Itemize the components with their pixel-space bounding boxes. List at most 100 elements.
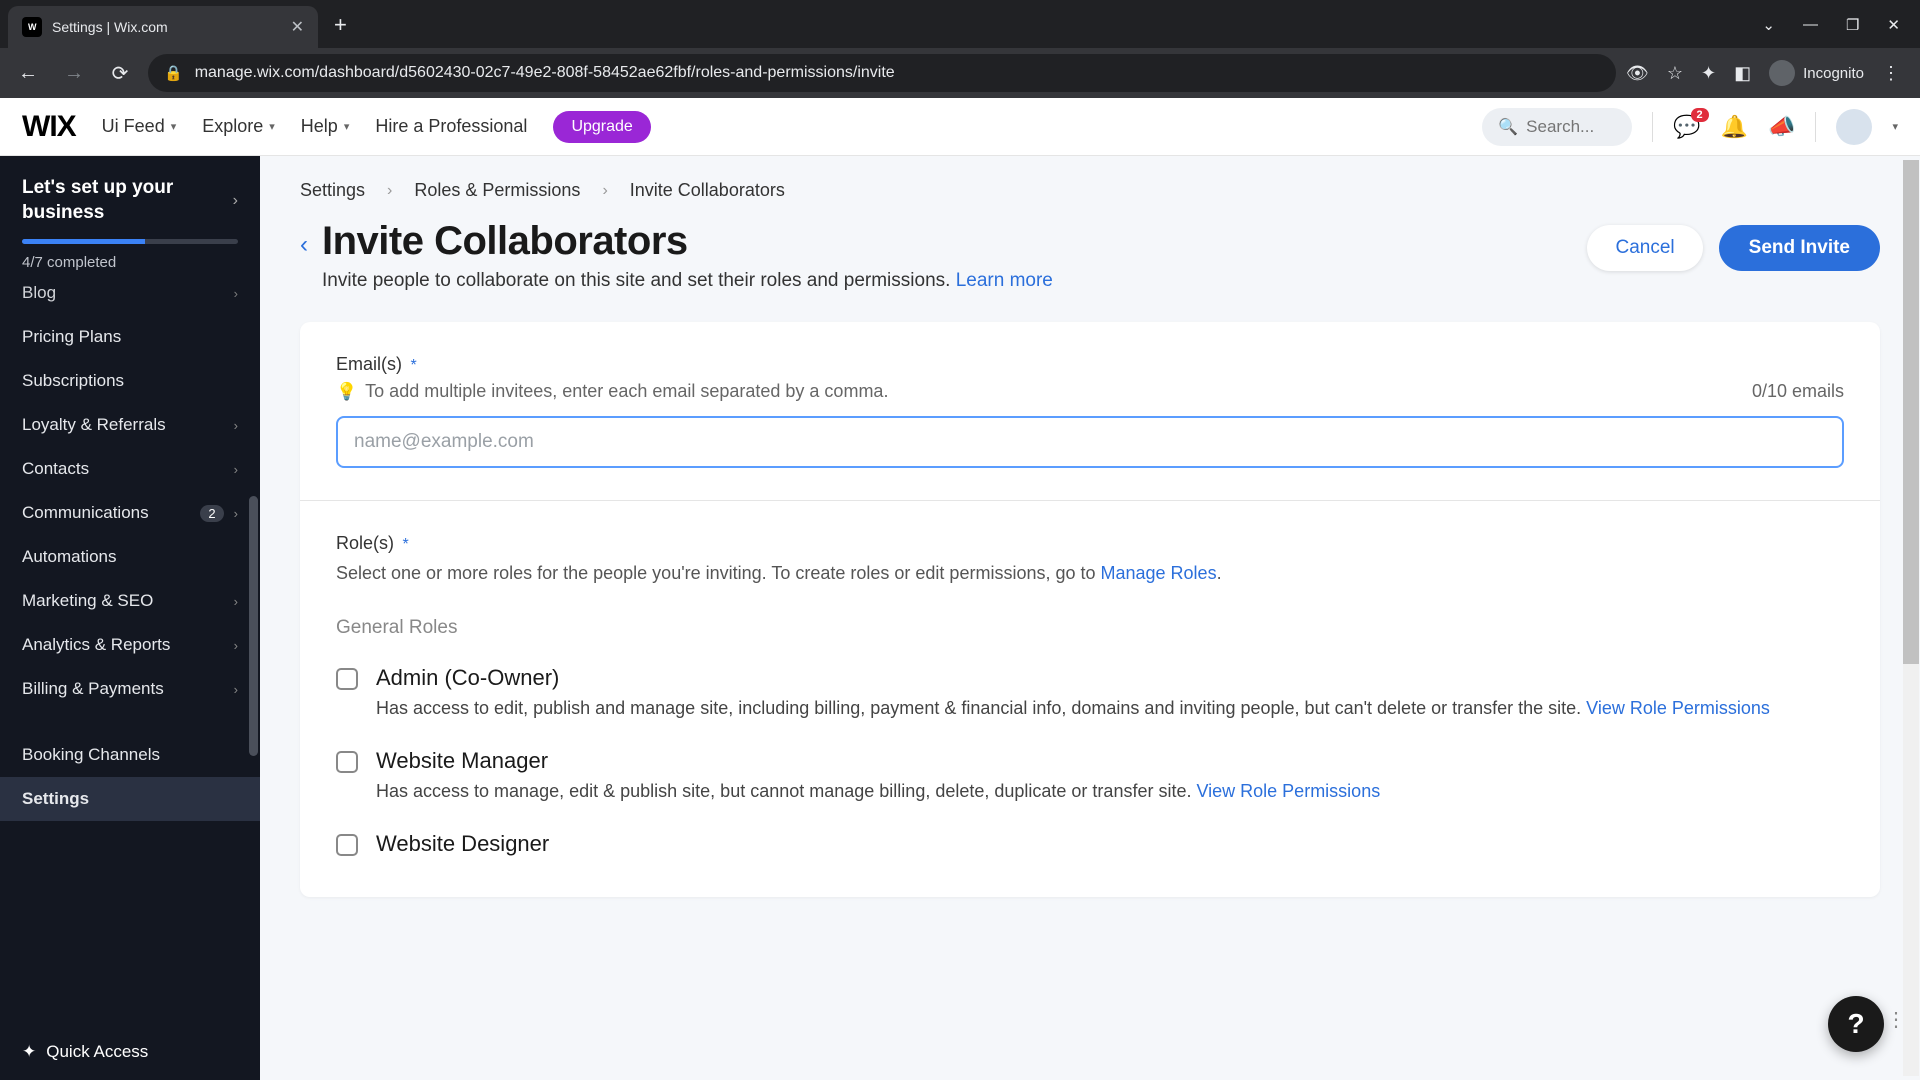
reload-button[interactable]: ⟳ [102,55,138,91]
chevron-right-icon: › [234,506,238,521]
sidebar-scrollbar[interactable] [249,496,258,756]
eye-off-icon[interactable]: 👁 [1626,63,1649,84]
sidepanel-icon[interactable]: ◧ [1734,63,1751,84]
tab-title: Settings | Wix.com [52,19,281,35]
page-subtitle: Invite people to collaborate on this sit… [322,270,1573,292]
breadcrumb: Settings › Roles & Permissions › Invite … [260,156,1920,201]
learn-more-link[interactable]: Learn more [956,270,1053,291]
quick-access-button[interactable]: ✦ Quick Access [0,1024,260,1080]
upgrade-button[interactable]: Upgrade [553,111,650,143]
sidebar-item[interactable]: Loyalty & Referrals› [0,403,260,447]
sidebar-item[interactable]: Booking Channels [0,733,260,777]
search-input[interactable] [1526,117,1616,137]
kebab-menu-icon[interactable]: ⋮ [1882,63,1900,84]
sidebar-item-label: Settings [22,789,89,809]
setup-card[interactable]: Let's set up your business › 4/7 complet… [0,156,260,283]
nav-explore[interactable]: Explore ▾ [202,116,275,137]
site-switcher[interactable]: Ui Feed ▾ [102,116,177,137]
sidebar-item[interactable]: Marketing & SEO › [0,579,260,623]
manage-roles-link[interactable]: Manage Roles [1101,563,1217,583]
wix-favicon: W [22,17,42,37]
email-input[interactable] [336,416,1844,468]
incognito-icon [1769,60,1795,86]
sidebar-item[interactable]: Communications2› [0,491,260,535]
roles-label: Role(s) [336,533,394,553]
maximize-icon[interactable]: ❐ [1846,16,1859,34]
browser-toolbar: ← → ⟳ 🔒 manage.wix.com/dashboard/d560243… [0,48,1920,98]
role-description: Has access to manage, edit & publish sit… [376,778,1844,805]
close-icon[interactable]: ✕ [291,17,304,37]
sidebar-item[interactable]: Analytics & Reports› [0,623,260,667]
kebab-icon[interactable]: ⋮ [1886,1007,1906,1032]
chevron-down-icon[interactable]: ▾ [1892,120,1898,133]
crumb-roles[interactable]: Roles & Permissions [414,180,580,201]
emails-hint: To add multiple invitees, enter each ema… [365,381,888,402]
sidebar-item[interactable]: Subscriptions [0,359,260,403]
sidebar-item-label: Booking Channels [22,745,160,765]
chevron-right-icon: › [234,286,238,301]
sidebar-item[interactable]: Pricing Plans [0,315,260,359]
main-scrollbar-thumb[interactable] [1903,160,1919,664]
sidebar-item-label: Blog [22,283,56,303]
sidebar-item-label: Analytics & Reports [22,635,170,655]
minimize-icon[interactable]: ― [1803,16,1818,34]
divider [300,500,1880,501]
view-role-permissions-link[interactable]: View Role Permissions [1196,781,1380,801]
sidebar-item-label: Pricing Plans [22,327,121,347]
required-asterisk: * [410,357,416,374]
chevron-right-icon: › [234,462,238,477]
url-text: manage.wix.com/dashboard/d5602430-02c7-4… [195,64,895,82]
tab-search-icon[interactable]: ⌄ [1762,16,1775,34]
role-row: Admin (Co-Owner)Has access to edit, publ… [336,665,1844,722]
role-checkbox[interactable] [336,668,358,690]
sidebar-item-label: Contacts [22,459,89,479]
crumb-invite[interactable]: Invite Collaborators [630,180,785,201]
wix-logo[interactable]: WIX [22,110,76,144]
chevron-down-icon: ▾ [344,120,350,133]
search-box[interactable]: 🔍 [1482,108,1632,146]
crumb-settings[interactable]: Settings [300,180,365,201]
chevron-down-icon: ▾ [171,120,177,133]
star-icon[interactable]: ☆ [1667,63,1683,84]
incognito-badge[interactable]: Incognito [1769,60,1864,86]
divider [1652,112,1653,142]
emails-counter: 0/10 emails [1752,381,1844,402]
back-button[interactable]: ← [10,55,46,91]
cancel-button[interactable]: Cancel [1587,225,1702,271]
sidebar-item-label: Subscriptions [22,371,124,391]
bell-icon[interactable]: 🔔 [1721,114,1748,140]
sidebar-item[interactable]: Settings [0,777,260,821]
announce-icon[interactable]: 📣 [1768,114,1795,140]
forward-button[interactable]: → [56,55,92,91]
sidebar-item[interactable]: Billing & Payments› [0,667,260,711]
view-role-permissions-link[interactable]: View Role Permissions [1586,698,1770,718]
role-row: Website Designer [336,831,1844,857]
role-checkbox[interactable] [336,751,358,773]
inbox-icon[interactable]: 💬2 [1673,114,1700,140]
chevron-right-icon: › [234,594,238,609]
role-checkbox[interactable] [336,834,358,856]
progress-text: 4/7 completed [22,254,238,271]
sidebar-item-label: Marketing & SEO [22,591,153,611]
emails-label: Email(s) [336,354,402,374]
address-bar[interactable]: 🔒 manage.wix.com/dashboard/d5602430-02c7… [148,54,1616,92]
close-window-icon[interactable]: ✕ [1887,16,1900,34]
avatar[interactable] [1836,109,1872,145]
nav-hire[interactable]: Hire a Professional [375,116,527,137]
help-fab[interactable]: ? [1828,996,1884,1052]
chevron-right-icon: › [233,192,238,210]
sidebar-item-label: Automations [22,547,117,567]
sidebar-item[interactable]: Contacts › [0,447,260,491]
extensions-icon[interactable]: ✦ [1701,63,1716,84]
back-chevron-icon[interactable]: ‹ [300,231,308,259]
role-name: Website Designer [376,831,1844,857]
sidebar-item[interactable]: Blog › [0,283,260,315]
main-scrollbar-track[interactable] [1903,160,1919,1076]
send-invite-button[interactable]: Send Invite [1719,225,1880,271]
nav-help[interactable]: Help ▾ [301,116,350,137]
divider [1815,112,1816,142]
browser-tab[interactable]: W Settings | Wix.com ✕ [8,6,318,48]
new-tab-button[interactable]: + [334,12,347,38]
sidebar: Let's set up your business › 4/7 complet… [0,156,260,1080]
sidebar-item[interactable]: Automations [0,535,260,579]
